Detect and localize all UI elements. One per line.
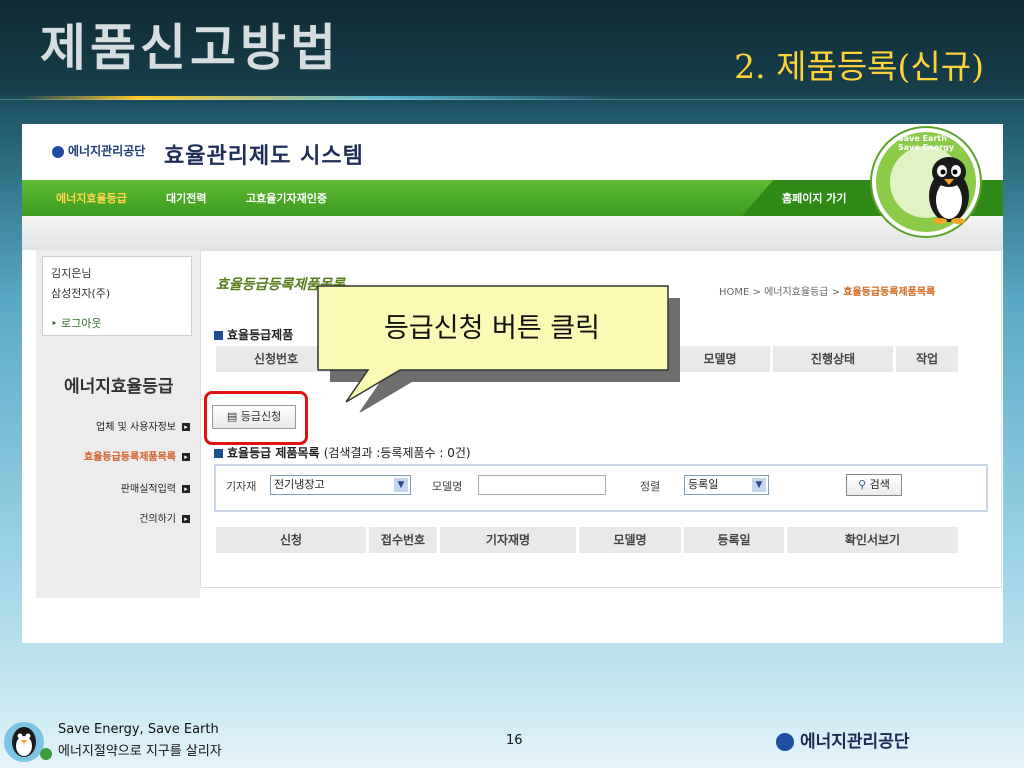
sidebar-item-label: 업체 및 사용자정보 [96,422,176,433]
section2-result-count: (검색결과 :등록제품수 : 0건) [323,446,471,460]
badge-text: Save Earth · Save Energy [898,134,955,152]
section1-heading: 효율등급제품 [214,326,293,343]
arrow-icon: ▸ [182,453,190,461]
table1-header-model: 모델명 [670,346,770,372]
decorative-divider [0,99,1024,100]
sort-label: 정렬 [640,480,661,493]
sub-header-band [22,216,1003,250]
arrow-icon: ▸ [182,515,190,523]
table2-header-model: 모델명 [579,527,681,553]
model-label: 모델명 [432,480,463,493]
sidebar-item-user-info[interactable]: 업체 및 사용자정보 ▸ [40,418,190,433]
equipment-select-value: 전기냉장고 [274,478,325,491]
sidebar-title: 에너지효율등급 [64,377,174,397]
callout-text: 등급신청 버튼 클릭 [384,313,600,344]
slide-title: 제품신고방법 [40,18,340,77]
sidebar-item-label: 판매실적입력 [120,484,176,495]
main-nav: 에너지효율등급 대기전력 고효율기자재인증 홈페이지 가기 [22,180,1003,216]
nav-high-efficiency[interactable]: 고효율기자재인증 [246,190,327,206]
chevron-down-icon: ▼ [752,478,766,492]
breadcrumb-path: HOME > 에너지효율등급 > [719,287,844,298]
user-name: 김지은님 [51,267,92,280]
site-header: 에너지관리공단 효율관리제도 시스템 [22,124,1003,178]
search-icon: ⚲ [858,478,870,491]
slide-subtitle: 2. 제품등록(신규) [734,47,984,86]
org-logo-icon [52,145,64,158]
sidebar-item-sales-input[interactable]: 판매실적입력 ▸ [40,480,190,495]
breadcrumb: HOME > 에너지효율등급 > 효율등급등록제품목록 [719,283,935,298]
table2-header-receipt-no: 접수번호 [369,527,437,553]
user-box: 김지은님 삼성전자(주) ‣ 로그아웃 [42,256,192,336]
penguin-earth-icon [4,722,52,762]
nav-standby-power[interactable]: 대기전력 [166,190,206,206]
section1-title: 효율등급제품 [227,328,294,342]
org-logo-text: 에너지관리공단 [68,144,146,158]
grade-apply-label: 등급신청 [240,410,282,423]
org-logo-icon [776,733,794,751]
table2-header-equipment: 기자재명 [440,527,576,553]
arrow-icon: ▸ [182,423,190,431]
sidebar-item-label: 건의하기 [139,514,176,525]
table2-header-apply: 신청 [216,527,366,553]
page-number: 16 [506,733,523,748]
footer-org-logo: 에너지관리공단 [776,727,909,752]
sort-select[interactable]: 등록일 ▼ [684,475,769,495]
org-logo[interactable]: 에너지관리공단 [52,142,145,159]
search-button[interactable]: ⚲ 검색 [846,474,902,496]
arrow-icon: ▸ [182,485,190,493]
search-button-label: 검색 [869,478,890,491]
table1-header-action: 작업 [896,346,958,372]
square-bullet-icon [214,449,223,458]
equipment-select[interactable]: 전기냉장고 ▼ [270,475,411,495]
sidebar-item-registered-products[interactable]: 효율등급등록제품목록 ▸ [40,448,190,463]
footer-slogan-en: Save Energy, Save Earth [58,722,219,737]
footer-slogan-ko: 에너지절약으로 지구를 살리자 [58,744,222,759]
grade-apply-button[interactable]: ▤ 등급신청 [212,405,296,429]
section2-title: 효율등급 제품목록 [227,446,320,460]
sidebar-item-label: 효율등급등록제품목록 [84,452,176,463]
logout-link[interactable]: ‣ 로그아웃 [51,315,191,331]
table2-header-reg-date: 등록일 [684,527,784,553]
penguin-mascot-icon [929,157,969,224]
nav-energy-grade[interactable]: 에너지효율등급 [56,190,127,206]
chevron-down-icon: ▼ [394,478,408,492]
user-company: 삼성전자(주) [51,287,111,300]
homepage-link[interactable]: 홈페이지 가기 [782,190,847,206]
table2-header-certificate: 확인서보기 [787,527,958,553]
sort-select-value: 등록일 [688,478,719,491]
breadcrumb-current: 효율등급등록제품목록 [843,287,936,298]
footer-org-logo-text: 에너지관리공단 [800,732,910,752]
model-input[interactable] [478,475,606,495]
section2-heading: 효율등급 제품목록 (검색결과 :등록제품수 : 0건) [214,444,471,461]
table1-header-status: 진행상태 [773,346,893,372]
logout-label: 로그아웃 [61,317,102,330]
bullet-icon: ‣ [51,317,61,330]
equipment-label: 기자재 [226,480,257,493]
system-title: 효율관리제도 시스템 [164,144,364,169]
square-bullet-icon [214,331,223,340]
sidebar-item-suggestion[interactable]: 건의하기 ▸ [40,510,190,525]
document-icon: ▤ [226,410,241,423]
